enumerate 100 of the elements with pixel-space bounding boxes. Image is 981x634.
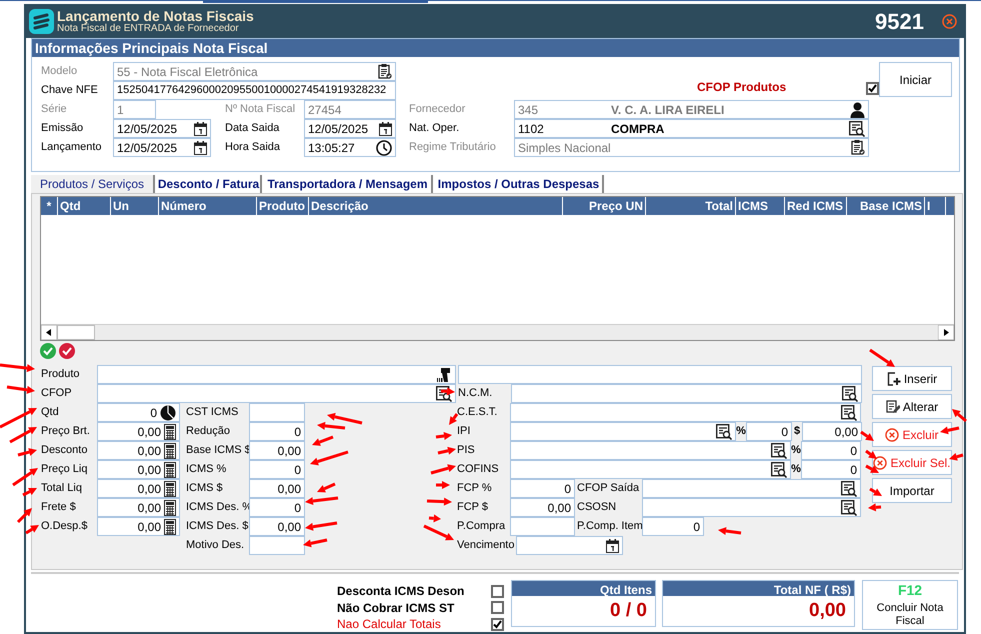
time-field[interactable]: 13:05:27 [304,138,396,157]
input-field[interactable]: 0 [249,422,305,441]
column-header[interactable]: Un [111,197,159,215]
column-header[interactable]: Descrição [309,197,563,215]
field-value: COMPRA [611,120,664,138]
input-field[interactable] [642,479,861,498]
input-field[interactable]: 0,00 [97,422,180,441]
input-field[interactable] [510,517,575,536]
column-header[interactable]: Qtd [58,197,111,215]
input-field[interactable] [510,460,791,479]
lookup-icon[interactable] [771,462,787,478]
tab[interactable]: Desconto / Fatura [157,175,262,193]
input-field[interactable] [510,403,861,422]
annotation-arrow [9,427,37,444]
finish-button[interactable]: F12 Concluir Nota Fiscal [862,580,958,630]
input-field[interactable]: 0,00 [97,479,180,498]
input-field[interactable]: 0,00 [97,498,180,517]
calculator-icon[interactable] [164,442,176,458]
lookup-icon[interactable] [716,424,732,440]
input-field[interactable]: 0 [801,441,861,460]
barcode-scanner-icon[interactable] [436,366,452,382]
input-field[interactable]: 0,00 [510,498,575,517]
date-field[interactable]: 12/05/2025 [304,119,396,138]
column-header[interactable]: * [41,197,58,215]
lookup-icon[interactable] [849,120,865,136]
lookup-icon[interactable] [841,404,857,420]
action-button[interactable]: Importar [872,478,952,503]
calendar-icon[interactable] [194,122,207,136]
input-field[interactable] [511,384,862,403]
action-button[interactable]: Excluir [872,422,952,447]
action-button[interactable]: Excluir Sel. [872,450,952,475]
scroll-left-icon[interactable] [41,325,57,340]
input-field[interactable]: 0,00 [249,479,305,498]
lookup-icon[interactable] [841,500,857,516]
pie-chart-icon[interactable] [160,404,176,420]
input-field[interactable] [458,365,862,384]
input-field[interactable] [510,422,736,441]
lookup-icon[interactable] [841,480,857,496]
column-header[interactable]: Red ICMS [785,197,847,215]
product-field[interactable] [97,365,456,384]
calendar-icon[interactable] [606,538,619,552]
column-header[interactable]: Total [646,197,736,215]
input-field[interactable]: 0,00 [97,441,180,460]
scroll-right-icon[interactable] [938,325,954,340]
input-field[interactable]: 0 [249,460,305,479]
field-label: Chave NFE [41,83,99,98]
calendar-icon[interactable] [194,140,207,154]
input-field[interactable]: 0 [97,403,180,422]
column-header[interactable]: I [925,197,946,215]
calculator-icon[interactable] [164,462,176,478]
input-field[interactable]: 0 [801,460,861,479]
calculator-icon[interactable] [164,500,176,516]
input-field[interactable]: 0,00 [802,422,862,441]
annotation-arrow [440,387,455,396]
close-icon[interactable] [942,14,957,28]
date-field[interactable] [516,536,623,555]
field-label: N.C.M. [458,386,494,402]
calculator-icon[interactable] [164,424,176,440]
input-field[interactable]: 0 [642,517,704,536]
date-field[interactable]: 12/05/2025 [113,119,211,138]
column-header[interactable]: ICMS [736,197,785,215]
confirm-icon[interactable] [59,343,75,359]
tab[interactable]: Produtos / Serviços [31,175,155,193]
checkbox[interactable] [491,584,504,598]
input-field[interactable]: 0 [510,479,575,498]
column-header[interactable]: Número [159,197,257,215]
scrollbar[interactable] [41,324,954,340]
action-button[interactable]: Inserir [872,366,952,391]
input-field[interactable]: 0,00 [97,460,180,479]
column-header[interactable]: Produto [257,197,309,215]
lookup-icon[interactable] [842,386,858,402]
lookup-icon[interactable] [771,442,787,458]
checkbox[interactable] [866,82,880,95]
action-button[interactable]: Alterar [872,394,952,419]
input-field[interactable]: 0 [746,422,792,441]
annotation-arrow [428,514,441,522]
date-field[interactable]: 12/05/2025 [113,138,211,157]
start-button[interactable]: Iniciar [879,62,952,97]
input-field[interactable] [97,384,456,403]
input-field[interactable]: 0,00 [249,517,305,536]
input-field[interactable]: 15250417764296000209550010000274541919328232 [113,81,396,100]
shortcut-label: F12 [898,582,922,598]
input-field[interactable]: 1102 COMPRA [514,119,869,138]
checkbox[interactable] [491,618,504,631]
column-header[interactable]: Base ICMS [847,197,925,215]
column-header[interactable]: Preço UN [563,197,646,215]
input-field[interactable] [249,536,305,555]
calculator-icon[interactable] [164,518,176,534]
input-field[interactable] [642,498,861,517]
calculator-icon[interactable] [164,480,176,496]
input-field[interactable]: 0,00 [249,441,305,460]
input-field[interactable]: 0 [249,498,305,517]
option-label: Desconta ICMS Deson [337,583,466,600]
calendar-icon[interactable] [379,122,392,136]
annotation-arrow [718,527,742,535]
checkbox[interactable] [491,601,504,614]
input-field[interactable] [510,441,791,460]
input-field[interactable] [249,403,305,422]
clock-icon[interactable] [376,140,392,156]
input-field[interactable]: 0,00 [97,517,180,536]
